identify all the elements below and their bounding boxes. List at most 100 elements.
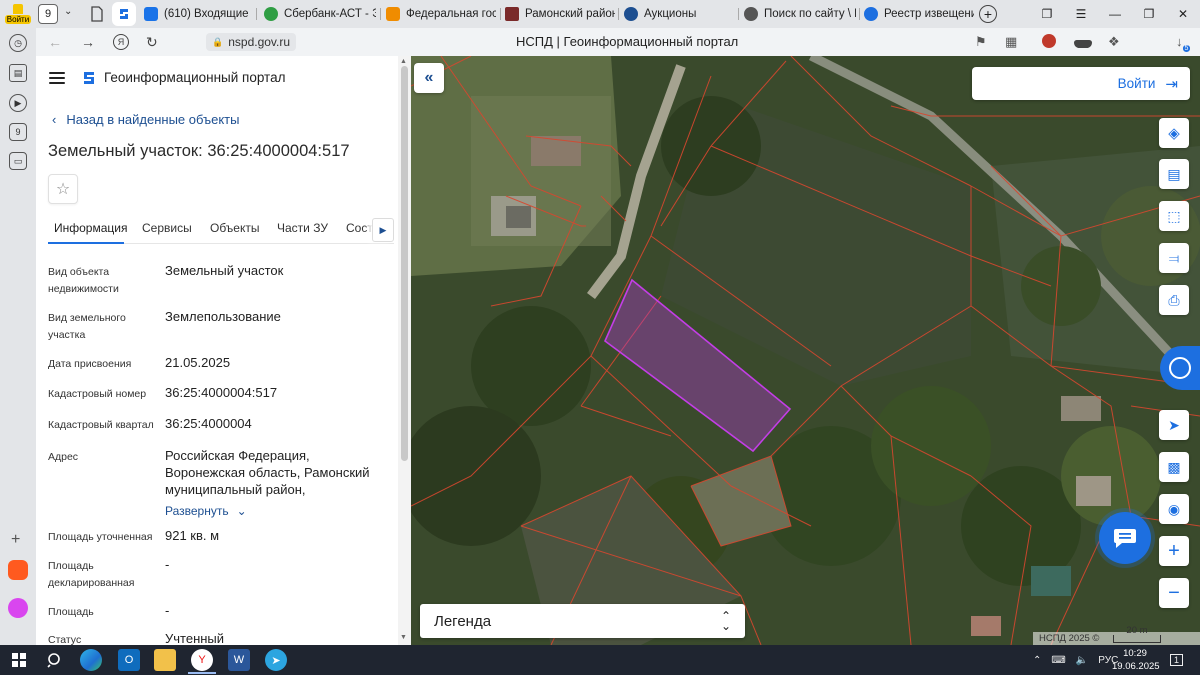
tab-land-parts[interactable]: Части ЗУ <box>277 221 328 235</box>
active-app-indicator <box>188 672 216 674</box>
windows-start-icon[interactable] <box>8 649 30 671</box>
outlook-icon[interactable]: O <box>118 649 140 671</box>
search-icon[interactable] <box>44 649 66 671</box>
system-tray: ⌃ ⌨ 🔈 РУС <box>1033 645 1118 675</box>
nspd-favicon-icon <box>120 9 128 19</box>
info-value: 21.05.2025 <box>165 355 231 370</box>
minimap-button[interactable]: ▩ <box>1159 452 1189 482</box>
navigation-arrow-icon: ➤ <box>1168 416 1180 433</box>
url-field[interactable]: 🔒 nspd.gov.ru <box>206 33 297 51</box>
tab-ramon-district[interactable]: Рамонский район <box>505 0 615 28</box>
browser-tab-strip: Войти 9 ⌄ (610) Входящие - Г Сбербанк-АС… <box>0 0 1200 28</box>
info-value: Землепользование <box>165 309 281 324</box>
add-panel-icon[interactable]: + <box>11 531 20 549</box>
tab-count-button[interactable]: 9 <box>38 4 58 24</box>
refresh-icon[interactable]: ↻ <box>146 34 158 51</box>
tabs-dropdown-icon[interactable]: ⌄ <box>64 6 72 17</box>
zoom-in-button[interactable]: + <box>1159 536 1189 566</box>
panel-header: Геоинформационный портал <box>36 56 411 102</box>
tab-federal[interactable]: Федеральная госу <box>386 0 496 28</box>
favorite-button[interactable]: ☆ <box>48 174 78 204</box>
downloads-icon[interactable]: ↓ 5 <box>1176 34 1191 52</box>
yandex-browser-icon[interactable]: Y <box>191 649 213 671</box>
reader-icon[interactable]: ▦ <box>1005 34 1017 50</box>
yandex-logo-icon[interactable]: Я <box>113 34 129 50</box>
tabs-badge-icon[interactable]: 9 <box>9 123 27 141</box>
login-button[interactable]: Войти ⇥ <box>972 67 1190 100</box>
file-explorer-icon[interactable] <box>154 649 176 671</box>
locate-button[interactable]: ➤ <box>1159 410 1189 440</box>
telegram-icon[interactable]: ➤ <box>265 649 287 671</box>
legend-label: Легенда <box>434 612 492 630</box>
edge-icon[interactable] <box>80 649 102 671</box>
network-icon[interactable]: ⌨ <box>1051 655 1065 666</box>
tab-services[interactable]: Сервисы <box>142 221 192 235</box>
word-icon[interactable]: W <box>228 649 250 671</box>
expand-address-link[interactable]: Развернуть ⌄ <box>165 504 247 518</box>
map-view[interactable] <box>411 56 1200 645</box>
tab-objects[interactable]: Объекты <box>210 221 260 235</box>
geolocation-button[interactable]: ◉ <box>1159 494 1189 524</box>
tab-site-search[interactable]: Поиск по сайту \ К <box>744 0 856 28</box>
legend-dropdown[interactable]: Легенда ⌃ ⌄ <box>420 604 745 638</box>
tab-auctions[interactable]: Аукционы <box>624 0 734 28</box>
chevron-up-icon[interactable]: ⌃ <box>1033 655 1041 666</box>
tab-active-nspd[interactable] <box>112 2 136 26</box>
history-icon[interactable]: ◷ <box>9 34 27 52</box>
alice-icon[interactable] <box>8 598 28 618</box>
tab-sberbank-ast[interactable]: Сбербанк-АСТ - Эл <box>264 0 376 28</box>
attribution-text: НСПД 2025 © <box>1039 633 1100 644</box>
ruler-button[interactable]: ▤ <box>1159 159 1189 189</box>
collapse-panel-button[interactable]: « <box>414 63 444 93</box>
zoom-out-button[interactable]: − <box>1159 578 1189 608</box>
tab-mail[interactable]: (610) Входящие - Г <box>144 0 252 28</box>
assistant-tab[interactable] <box>1160 346 1200 390</box>
tabs-scroll-right-button[interactable]: ▶ <box>372 218 394 242</box>
layers-icon: ◈ <box>1168 125 1180 142</box>
clock[interactable]: 10:29 19.06.2025 <box>1112 647 1160 673</box>
back-to-results-link[interactable]: ‹ Назад в найденные объекты <box>52 112 239 127</box>
hat-extension-icon[interactable] <box>1074 40 1092 48</box>
scroll-up-icon[interactable]: ▲ <box>400 58 407 65</box>
tab-separator <box>738 8 739 20</box>
tab-notices-registry[interactable]: Реестр извещени <box>864 0 974 28</box>
info-key: Статус <box>48 634 82 645</box>
restore-icon[interactable]: ❐ <box>1132 7 1166 21</box>
notifications-button[interactable]: 1 <box>1170 645 1184 675</box>
back-arrow-icon[interactable]: ← <box>48 34 62 50</box>
extension-icon[interactable] <box>1042 34 1056 48</box>
page-icon[interactable] <box>90 6 104 22</box>
crown-icon <box>13 4 23 14</box>
minimize-icon[interactable]: — <box>1098 7 1132 21</box>
puzzle-icon[interactable]: ❖ <box>1108 34 1120 50</box>
window-icon[interactable]: ▭ <box>9 152 27 170</box>
collections-icon[interactable]: ▤ <box>9 64 27 82</box>
forward-arrow-icon[interactable]: → <box>81 34 95 50</box>
video-icon[interactable]: ▶ <box>9 94 27 112</box>
select-area-icon: ⬚ <box>1167 207 1181 224</box>
close-icon[interactable]: ✕ <box>1166 7 1200 21</box>
new-tab-button[interactable]: + <box>979 5 997 23</box>
layers-button[interactable]: ◈ <box>1159 118 1189 148</box>
volume-icon[interactable]: 🔈 <box>1076 655 1088 666</box>
info-value: - <box>165 603 170 618</box>
lock-icon: 🔒 <box>212 36 224 47</box>
yandex-app-icon[interactable] <box>8 560 28 580</box>
select-area-button[interactable]: ⬚ <box>1159 201 1189 231</box>
clock-time: 10:29 <box>1123 648 1147 659</box>
bookmark-icon[interactable]: ⚑ <box>975 34 987 50</box>
scroll-down-icon[interactable]: ▼ <box>400 634 407 641</box>
menu-icon[interactable] <box>49 72 65 84</box>
tab-information[interactable]: Информация <box>54 221 127 235</box>
emblem-icon <box>386 7 400 21</box>
print-button[interactable]: ⎙ <box>1159 285 1189 315</box>
satellite-map[interactable] <box>411 56 1200 645</box>
share-button[interactable]: ⫤ <box>1159 243 1189 273</box>
info-value: 36:25:4000004:517 <box>165 385 278 400</box>
menu-icon[interactable]: ☰ <box>1064 7 1098 21</box>
chat-button[interactable] <box>1099 512 1151 564</box>
yandex-account-button[interactable]: Войти <box>4 2 32 26</box>
copy-window-icon[interactable]: ❐ <box>1030 7 1064 21</box>
globe-icon <box>744 7 758 21</box>
scrollbar-thumb[interactable] <box>401 66 408 461</box>
